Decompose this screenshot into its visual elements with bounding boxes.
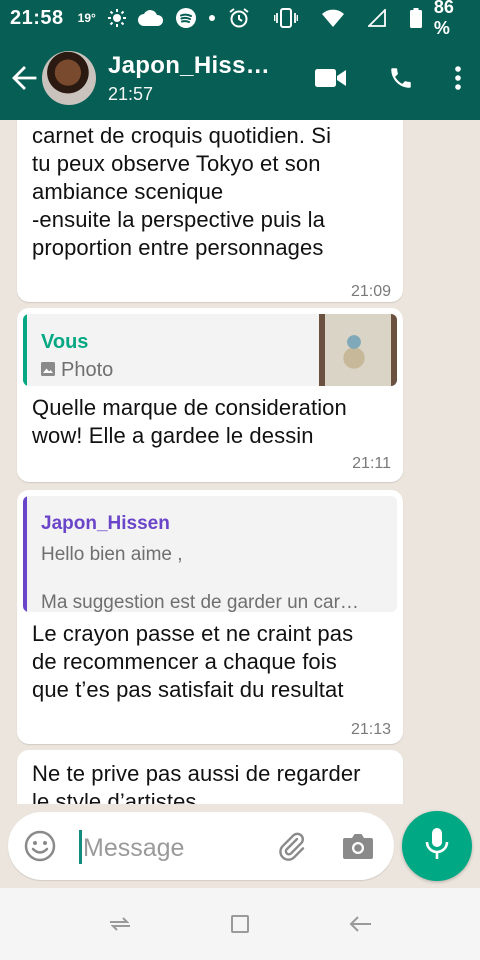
more-vert-icon[interactable]: [436, 36, 480, 120]
back-arrow-icon[interactable]: [4, 36, 44, 120]
message-time: 21:11: [352, 455, 391, 472]
message-line: de recommencer a chaque fois: [32, 649, 337, 674]
quote-bar: [23, 314, 27, 386]
mic-button[interactable]: [402, 811, 472, 881]
message-bubble[interactable]: Japon_Hissen Hello bien aime , Ma sugges…: [17, 490, 403, 744]
message-time: 21:09: [350, 283, 391, 300]
vibrate-icon: [273, 8, 298, 28]
system-nav-bar: [0, 888, 480, 960]
message-input-box[interactable]: Message: [8, 812, 394, 880]
quote-bar: [23, 496, 27, 612]
mic-icon: [425, 827, 449, 866]
phone-icon[interactable]: [366, 36, 436, 120]
message-bubble[interactable]: carnet de croquis quotidien. Si tu peux …: [17, 120, 403, 302]
photo-icon: [41, 356, 55, 384]
battery-icon: [409, 8, 422, 28]
message-line: carnet de croquis quotidien. Si: [32, 123, 332, 148]
quoted-message[interactable]: Vous Photo: [23, 314, 397, 386]
message-placeholder[interactable]: Message: [83, 834, 184, 863]
signal-icon: [367, 9, 386, 27]
message-line: Ne te prive pas aussi de regarder: [32, 761, 361, 786]
message-line: proportion entre personnages: [32, 235, 324, 260]
recent-apps-icon[interactable]: [90, 894, 150, 954]
message-bubble[interactable]: Vous Photo Quelle marque de consideratio…: [17, 308, 403, 482]
last-seen: 21:57: [108, 83, 154, 104]
emoji-icon[interactable]: [24, 830, 56, 867]
camera-icon[interactable]: [342, 832, 374, 865]
quoted-message[interactable]: Japon_Hissen Hello bien aime , Ma sugges…: [23, 496, 397, 612]
battery-percent: 86 %: [433, 0, 454, 38]
message-line: ambiance scenique: [32, 179, 224, 204]
quote-author: Japon_Hissen: [41, 513, 170, 534]
back-icon[interactable]: [330, 894, 390, 954]
alarm-icon: [228, 7, 250, 29]
chat-header: Japon_Hiss… 21:57: [0, 36, 480, 120]
message-text: carnet de croquis quotidien. Si tu peux …: [17, 120, 403, 262]
status-bar: 21:58 19° 86 %: [0, 0, 480, 38]
chat-area[interactable]: carnet de croquis quotidien. Si tu peux …: [0, 120, 480, 804]
message-line: tu peux observe Tokyo et son: [32, 151, 321, 176]
contact-info[interactable]: Japon_Hiss… 21:57: [108, 52, 270, 105]
sun-icon: [107, 9, 126, 27]
quote-author: Vous: [41, 331, 89, 353]
status-time: 21:58: [10, 6, 64, 29]
quote-type-label: Photo: [61, 359, 114, 381]
message-text: Ne te prive pas aussi de regarder le sty…: [17, 750, 403, 804]
message-line: wow! Elle a gardee le dessin: [32, 423, 314, 448]
quote-line: Hello bien aime ,: [41, 544, 183, 565]
video-call-icon[interactable]: [296, 36, 366, 120]
wifi-icon: [321, 9, 344, 27]
message-time: 21:13: [350, 721, 391, 738]
notification-dot-icon: [208, 14, 216, 22]
cloud-icon: [137, 10, 164, 26]
message-line: le style d’artistes: [32, 789, 197, 804]
quote-type: Photo: [41, 356, 113, 384]
status-temperature: 19°: [77, 11, 96, 25]
spotify-icon: [175, 8, 196, 28]
photo-thumbnail[interactable]: [319, 314, 397, 386]
message-text: Quelle marque de consideration wow! Elle…: [17, 386, 403, 450]
attach-icon[interactable]: [276, 830, 308, 867]
quote-line: Ma suggestion est de garder un car…: [41, 592, 359, 612]
text-cursor: [79, 830, 82, 864]
contact-name: Japon_Hiss…: [108, 51, 271, 79]
message-line: Le crayon passe et ne craint pas: [32, 621, 354, 646]
message-text: Le crayon passe et ne craint pas de reco…: [17, 612, 403, 704]
avatar[interactable]: [42, 51, 96, 105]
message-line: Quelle marque de consideration: [32, 395, 347, 420]
home-icon[interactable]: [210, 894, 270, 954]
message-line: -ensuite la perspective puis la: [32, 207, 325, 232]
message-line: que t’es pas satisfait du resultat: [32, 677, 344, 702]
message-bubble[interactable]: Ne te prive pas aussi de regarder le sty…: [17, 750, 403, 804]
